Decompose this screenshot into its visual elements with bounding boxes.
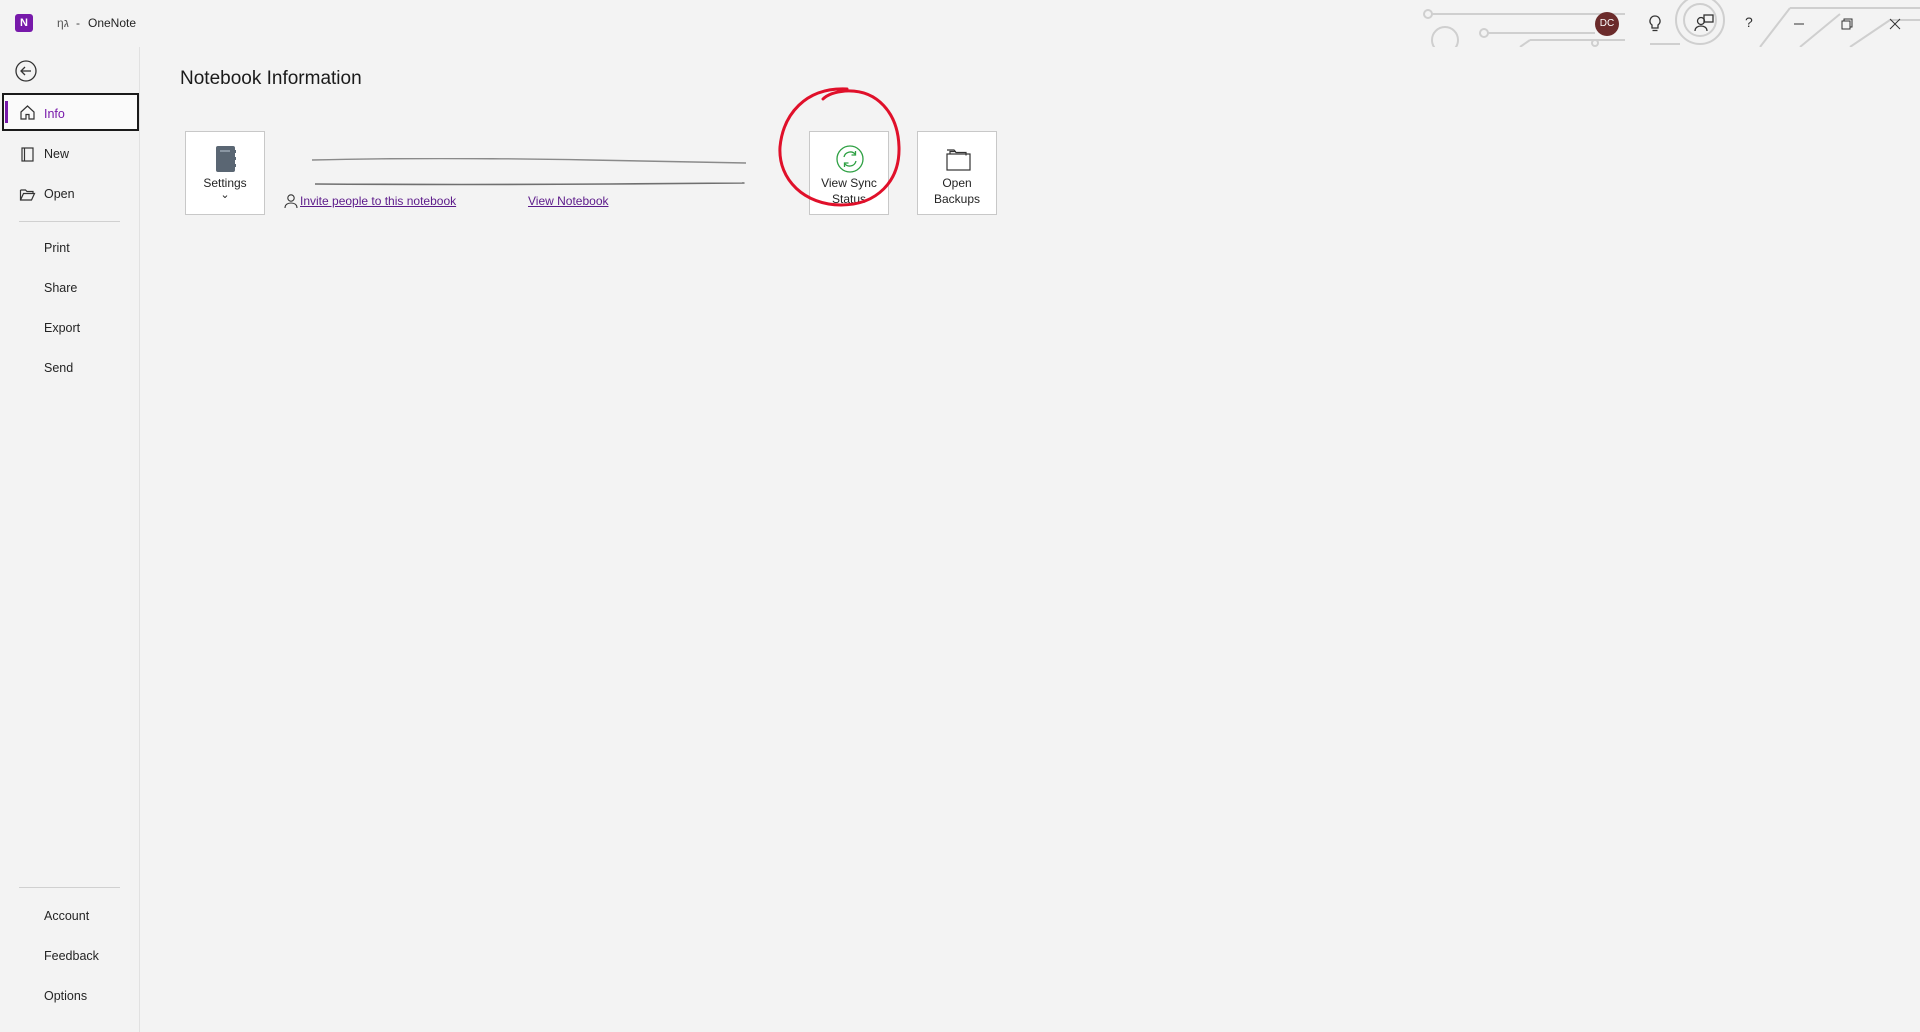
back-arrow-icon[interactable] [13, 58, 39, 84]
sync-icon [836, 145, 864, 173]
document-name: ηג [57, 16, 69, 30]
help-icon[interactable]: ? [1745, 14, 1753, 30]
nav-item-send[interactable]: Send [2, 349, 139, 387]
backstage-nav: Info New Open Print Share Export Send Ac… [0, 47, 140, 1032]
tile-label-line2: Status [831, 192, 867, 206]
view-notebook-link[interactable]: View Notebook [528, 194, 609, 208]
nav-divider [19, 887, 120, 888]
tile-label-line1: View Sync [821, 176, 877, 190]
info-panel: Notebook Information Settings ⌄ Invite p… [140, 47, 1920, 1032]
feedback-person-icon[interactable] [1692, 12, 1716, 36]
user-avatar[interactable]: DC [1595, 12, 1619, 36]
nav-item-export[interactable]: Export [2, 309, 139, 347]
onenote-logo-icon: N [15, 14, 33, 32]
app-title: OneNote [88, 16, 137, 30]
notebook-settings-icon [216, 146, 236, 172]
close-icon[interactable] [1881, 10, 1909, 38]
nav-item-open[interactable]: Open [2, 175, 139, 213]
open-backups-button[interactable]: Open Backups [917, 131, 997, 215]
nav-item-share[interactable]: Share [2, 269, 139, 307]
onenote-window: N ηג - OneNote DC ? Info New Open Print … [0, 0, 1920, 1032]
backups-folder-icon [946, 149, 971, 171]
nav-label: Send [44, 361, 74, 375]
tile-label-line2: Backups [933, 192, 981, 206]
title-separator: - [76, 16, 80, 30]
minimize-icon[interactable] [1785, 10, 1813, 38]
nav-item-account[interactable]: Account [2, 897, 139, 935]
nav-item-options[interactable]: Options [2, 977, 139, 1015]
new-notebook-icon [21, 147, 34, 162]
nav-label: Open [44, 187, 75, 201]
notebook-path [311, 158, 746, 186]
nav-divider [19, 221, 120, 222]
settings-button[interactable]: Settings ⌄ [185, 131, 265, 215]
person-icon [284, 194, 298, 209]
restore-icon[interactable] [1833, 10, 1861, 38]
home-icon [20, 105, 35, 120]
nav-item-feedback[interactable]: Feedback [2, 937, 139, 975]
nav-label: Feedback [44, 949, 99, 963]
tile-label-line1: Open [942, 176, 972, 190]
lightbulb-icon[interactable] [1643, 12, 1667, 36]
nav-item-new[interactable]: New [2, 135, 139, 173]
invite-people-link[interactable]: Invite people to this notebook [300, 194, 456, 208]
nav-label: Account [44, 909, 90, 923]
nav-label: Options [44, 989, 88, 1003]
view-sync-status-button[interactable]: View Sync Status [809, 131, 889, 215]
title-bar: N ηג - OneNote DC ? [0, 0, 1920, 47]
nav-label: Print [44, 241, 70, 255]
chevron-down-icon: ⌄ [220, 189, 230, 201]
folder-open-icon [19, 189, 36, 201]
nav-label: New [44, 147, 70, 161]
nav-label: Export [44, 321, 81, 335]
nav-item-info[interactable]: Info [2, 93, 139, 131]
nav-label: Info [44, 107, 65, 121]
page-title: Notebook Information [180, 68, 362, 89]
nav-item-print[interactable]: Print [2, 229, 139, 267]
nav-label: Share [44, 281, 78, 295]
